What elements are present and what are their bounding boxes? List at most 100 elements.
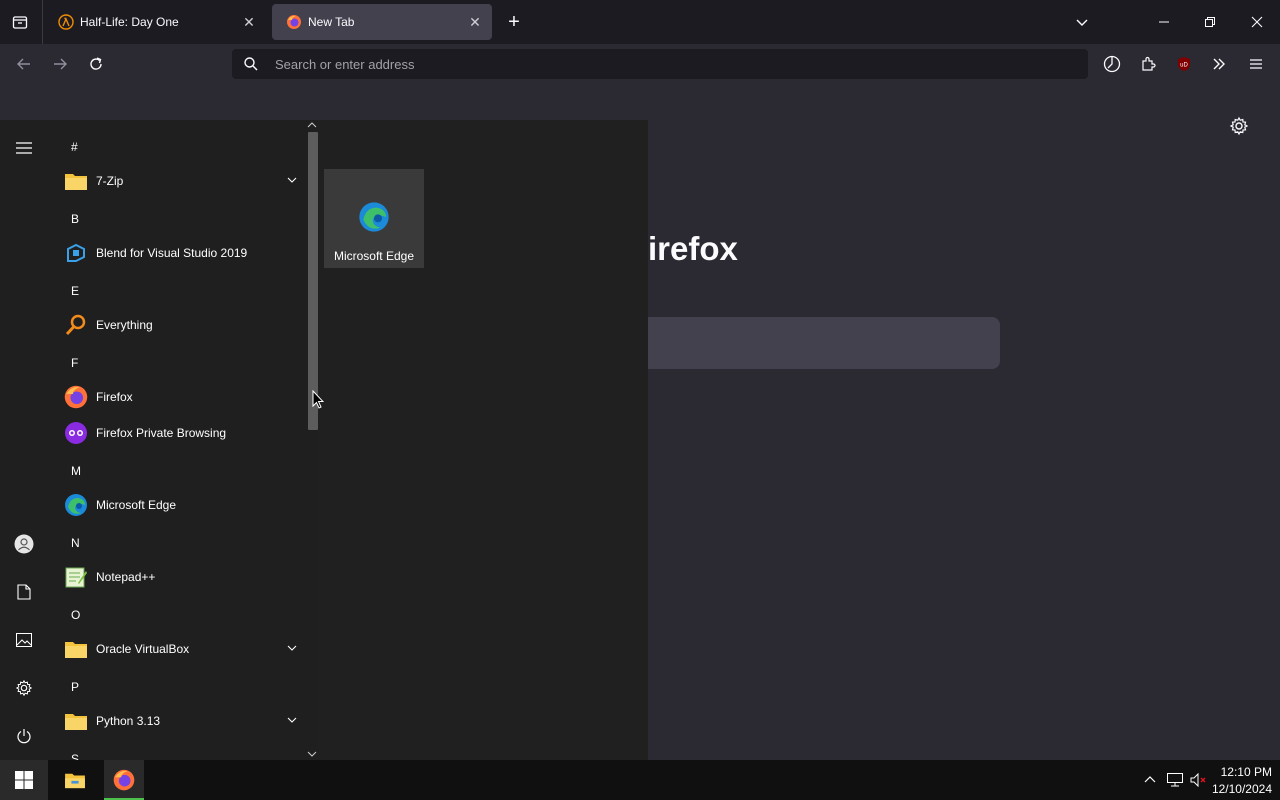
taskbar-clock[interactable]: 12:10 PM 12/10/2024: [1206, 764, 1272, 798]
close-tab-icon[interactable]: ✕: [240, 13, 258, 31]
tab-divider: [42, 0, 43, 44]
edge-icon: [359, 202, 389, 232]
tab-new-tab[interactable]: New Tab ✕: [272, 4, 492, 40]
section-header-e[interactable]: E: [71, 284, 79, 298]
expand-menu-button[interactable]: [12, 136, 36, 160]
everything-search-icon: [63, 312, 89, 338]
newtab-settings-button[interactable]: [1229, 116, 1249, 136]
taskbar-file-explorer[interactable]: [55, 760, 95, 800]
app-microsoft-edge[interactable]: Microsoft Edge: [48, 487, 306, 523]
ublock-origin-icon: uD: [1178, 57, 1190, 71]
pinned-tiles: Microsoft Edge: [318, 120, 648, 760]
chevron-down-icon[interactable]: [286, 714, 298, 726]
tab-title: New Tab: [308, 15, 355, 29]
user-account-button[interactable]: [12, 532, 36, 556]
minimize-button[interactable]: [1154, 12, 1174, 32]
firefox-view-button[interactable]: [10, 12, 30, 32]
tab-title: Half-Life: Day One: [80, 15, 179, 29]
restore-button[interactable]: [1200, 12, 1220, 32]
app-oracle-virtualbox[interactable]: Oracle VirtualBox: [48, 631, 306, 667]
taskbar-firefox[interactable]: [104, 760, 144, 800]
ublock-origin-button[interactable]: uD: [1174, 54, 1194, 74]
app-label: 7-Zip: [96, 174, 124, 188]
file-explorer-icon: [65, 773, 85, 789]
reload-button[interactable]: [86, 54, 106, 74]
windows-taskbar: 12:10 PM 12/10/2024: [0, 760, 1280, 800]
extensions-button[interactable]: [1138, 54, 1158, 74]
settings-button[interactable]: [12, 676, 36, 700]
clock-time: 12:10 PM: [1220, 765, 1272, 779]
overflow-menu-button[interactable]: [1209, 54, 1229, 74]
search-icon: [244, 57, 258, 71]
puzzle-icon: [1142, 56, 1156, 71]
windows-logo-icon: [15, 771, 33, 789]
clock-date: 12/10/2024: [1211, 782, 1272, 796]
mouse-cursor-icon: [312, 390, 324, 409]
close-tab-icon[interactable]: ✕: [466, 13, 484, 31]
app-notepad-plus-plus[interactable]: Notepad++: [48, 559, 306, 595]
app-menu-button[interactable]: [1246, 54, 1266, 74]
app-firefox-private-browsing[interactable]: Firefox Private Browsing: [48, 415, 306, 451]
app-label: Oracle VirtualBox: [96, 642, 190, 656]
firefox-wordmark-fragment: irefox: [648, 230, 738, 267]
list-all-tabs-button[interactable]: [1072, 12, 1092, 32]
close-icon: [1251, 16, 1263, 28]
section-header-n[interactable]: N: [71, 536, 80, 550]
svg-text:uD: uD: [1180, 63, 1188, 69]
app-7-zip[interactable]: 7-Zip: [48, 163, 306, 199]
close-window-button[interactable]: [1247, 12, 1267, 32]
firefox-icon: [63, 384, 89, 410]
power-button[interactable]: [12, 724, 36, 748]
new-tab-button[interactable]: +: [504, 11, 524, 33]
app-label: Firefox Private Browsing: [96, 426, 227, 440]
start-menu-rail: [0, 120, 48, 760]
back-button[interactable]: [14, 54, 34, 74]
pictures-button[interactable]: [12, 628, 36, 652]
section-header-m[interactable]: M: [71, 464, 81, 478]
section-header-o[interactable]: O: [71, 608, 80, 622]
app-blend-for-visual-studio[interactable]: Blend for Visual Studio 2019: [48, 235, 306, 271]
section-header-s[interactable]: S: [71, 752, 79, 760]
scroll-down-arrow-icon[interactable]: [307, 750, 317, 758]
notepadpp-icon: [63, 564, 89, 590]
power-icon: [17, 729, 31, 744]
tile-microsoft-edge[interactable]: Microsoft Edge: [324, 169, 424, 268]
folder-icon: [63, 708, 89, 734]
scroll-up-arrow-icon[interactable]: [307, 121, 317, 129]
show-hidden-icons-button[interactable]: [1140, 770, 1160, 790]
hamburger-menu-icon: [1250, 59, 1262, 69]
sync-button[interactable]: [1102, 54, 1122, 74]
app-label: Firefox: [96, 390, 133, 404]
scrollbar-thumb[interactable]: [308, 132, 318, 430]
minimize-icon: [1159, 21, 1169, 23]
half-life-lambda-icon: [58, 14, 74, 30]
address-bar[interactable]: Search or enter address: [232, 49, 1088, 79]
app-list: # 7-Zip B Blend for Visual Studio 2019 E…: [48, 120, 306, 760]
network-status-button[interactable]: [1165, 770, 1185, 790]
app-everything[interactable]: Everything: [48, 307, 306, 343]
section-header-p[interactable]: P: [71, 680, 79, 694]
tab-half-life[interactable]: Half-Life: Day One ✕: [44, 4, 266, 40]
account-sync-icon: [1103, 55, 1121, 73]
app-label: Blend for Visual Studio 2019: [96, 246, 248, 260]
chevron-down-icon[interactable]: [286, 174, 298, 186]
app-label: Notepad++: [96, 570, 156, 584]
folder-icon: [63, 168, 89, 194]
edge-icon: [63, 492, 89, 518]
chevron-down-icon[interactable]: [286, 642, 298, 654]
section-header-f[interactable]: F: [71, 356, 78, 370]
forward-button[interactable]: [50, 54, 70, 74]
chevron-down-icon: [1076, 19, 1088, 26]
newtab-search-box[interactable]: [648, 317, 1000, 369]
documents-button[interactable]: [12, 580, 36, 604]
app-label: Microsoft Edge: [96, 498, 177, 512]
section-header-b[interactable]: B: [71, 212, 79, 226]
app-firefox[interactable]: Firefox: [48, 379, 306, 415]
firefox-view-icon: [12, 16, 28, 29]
start-button[interactable]: [0, 760, 48, 800]
navigation-toolbar: Search or enter address uD: [0, 44, 1280, 84]
app-label: Everything: [96, 318, 153, 332]
reload-icon: [90, 57, 102, 70]
app-python-3-13[interactable]: Python 3.13: [48, 703, 306, 739]
section-header-hash[interactable]: #: [71, 140, 78, 154]
